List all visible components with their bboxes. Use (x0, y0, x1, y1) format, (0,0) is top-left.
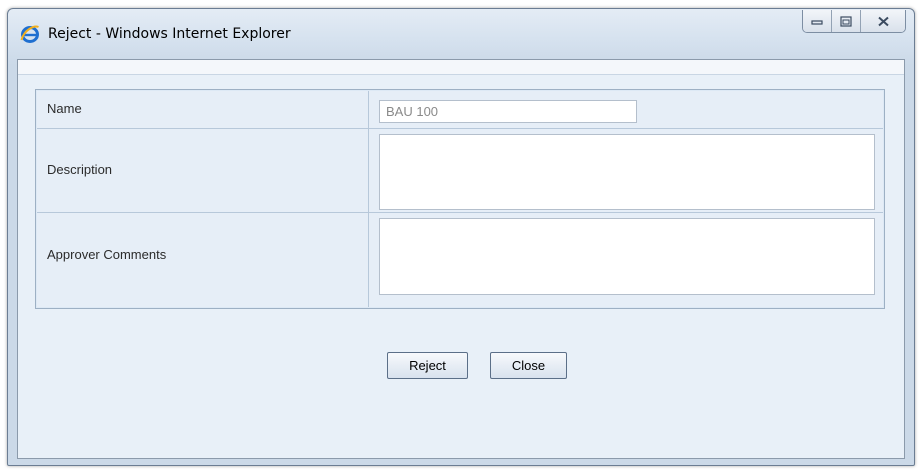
column-divider (368, 129, 369, 212)
approver-comments-label: Approver Comments (47, 247, 167, 262)
minimize-button[interactable] (803, 10, 832, 32)
approver-comments-textarea[interactable] (379, 218, 875, 295)
description-row: Description (37, 129, 883, 213)
internet-explorer-icon (20, 24, 40, 44)
window-title: Reject - Windows Internet Explorer (48, 26, 291, 42)
name-field[interactable] (379, 100, 637, 123)
column-divider (368, 213, 369, 307)
caption-buttons (802, 10, 906, 33)
content-header-strip (18, 60, 904, 75)
close-icon (877, 16, 890, 27)
browser-popup-window: Reject - Windows Internet Explorer Name … (7, 8, 915, 466)
reject-form: Name Description Approver Comments (35, 89, 885, 309)
name-row: Name (37, 91, 883, 129)
dialog-content: Name Description Approver Comments Rejec… (17, 59, 905, 459)
name-label: Name (47, 101, 82, 116)
close-button[interactable] (861, 10, 905, 32)
close-dialog-button[interactable]: Close (490, 352, 567, 379)
description-textarea[interactable] (379, 134, 875, 210)
minimize-icon (811, 17, 823, 25)
approver-comments-row: Approver Comments (37, 213, 883, 307)
column-divider (368, 91, 369, 128)
title-bar[interactable]: Reject - Windows Internet Explorer (8, 9, 914, 59)
maximize-icon (840, 15, 852, 27)
description-label: Description (47, 162, 113, 177)
reject-button[interactable]: Reject (387, 352, 468, 379)
maximize-button[interactable] (832, 10, 861, 32)
